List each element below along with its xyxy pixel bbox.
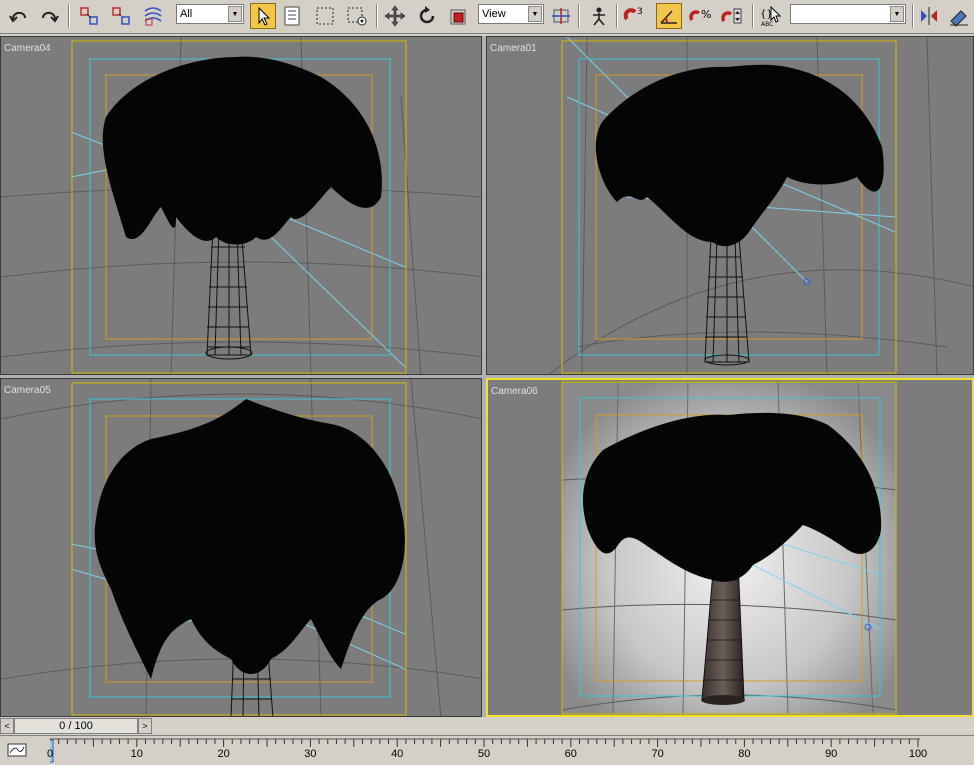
redo-icon xyxy=(42,11,59,23)
align-button[interactable] xyxy=(946,3,972,29)
viewport-camera01[interactable]: Camera01 xyxy=(486,36,974,375)
palm-tree-wireframe xyxy=(102,56,382,360)
redo-button[interactable] xyxy=(36,3,62,29)
select-and-move-button[interactable] xyxy=(382,3,408,29)
chevron-down-icon: ▼ xyxy=(890,6,904,22)
rectangular-selection-button[interactable] xyxy=(312,3,338,29)
pivot-center-icon xyxy=(552,8,570,24)
frame-display: 0 / 100 xyxy=(59,720,93,732)
spinner-snap-toggle-button[interactable] xyxy=(720,3,746,29)
main-toolbar: All ▼ View ▼ 3 % {} ABC ▼ xyxy=(0,0,974,34)
ruler-tick-label: 0 xyxy=(46,748,54,760)
viewport-area: Camera04 Camera01 Camera05 Camera06 xyxy=(0,36,974,718)
select-and-rotate-button[interactable] xyxy=(414,3,440,29)
link-icon xyxy=(80,7,98,25)
chevron-down-icon: ▼ xyxy=(528,6,542,22)
select-object-button[interactable] xyxy=(250,3,276,29)
viewport-label-camera01[interactable]: Camera01 xyxy=(490,43,537,54)
window-crossing-icon xyxy=(347,7,367,26)
reference-coord-value: View xyxy=(482,8,506,20)
curve-editor-icon xyxy=(7,743,27,757)
select-and-link-button[interactable] xyxy=(76,3,102,29)
percent-snap-toggle-button[interactable]: % xyxy=(688,3,714,29)
palm-tree-wireframe xyxy=(595,64,884,366)
selection-filter-value: All xyxy=(180,8,193,20)
select-and-manipulate-button[interactable] xyxy=(586,3,612,29)
undo-button[interactable] xyxy=(6,3,32,29)
camera01-scene xyxy=(548,37,973,374)
ruler-tick-label: 60 xyxy=(564,748,577,760)
svg-text:ABC: ABC xyxy=(761,21,773,27)
select-and-scale-button[interactable] xyxy=(446,3,472,29)
viewport-label-camera04[interactable]: Camera04 xyxy=(4,43,51,54)
time-slider[interactable]: < 0 / 100 > xyxy=(0,717,974,735)
rotate-icon xyxy=(419,6,435,24)
time-slider-thumb[interactable]: 0 / 100 xyxy=(14,718,138,734)
window-crossing-button[interactable] xyxy=(344,3,370,29)
camera05-scene xyxy=(1,379,481,716)
angle-snap-toggle-button[interactable] xyxy=(656,3,682,29)
next-frame-label: > xyxy=(142,721,148,731)
ruler-tick-label: 30 xyxy=(304,748,317,760)
space-warp-icon xyxy=(144,7,162,26)
spinner-snap-icon xyxy=(721,8,742,24)
camera04-scene xyxy=(1,37,481,374)
mirror-button[interactable] xyxy=(916,3,942,29)
svg-text:3: 3 xyxy=(637,7,643,17)
ruler-tick-label: 10 xyxy=(130,748,143,760)
rect-selection-icon xyxy=(316,7,334,25)
ruler-tick-label: 80 xyxy=(738,748,751,760)
mirror-icon xyxy=(921,7,937,25)
named-selection-sets-dropdown[interactable]: ▼ xyxy=(790,4,906,24)
undo-icon xyxy=(9,11,26,23)
percent-snap-icon: % xyxy=(689,8,711,22)
ruler-tick-label: 20 xyxy=(217,748,230,760)
track-bar[interactable]: 0 10 20 30 40 50 60 70 80 90 100 xyxy=(0,735,974,765)
reference-coord-dropdown[interactable]: View ▼ xyxy=(478,4,544,24)
viewport-label-camera06[interactable]: Camera06 xyxy=(491,386,538,397)
unlink-selection-button[interactable] xyxy=(108,3,134,29)
manipulate-icon xyxy=(593,7,605,26)
move-icon xyxy=(384,5,406,27)
align-icon xyxy=(950,10,968,27)
open-mini-curve-editor-button[interactable] xyxy=(6,740,28,760)
ruler-tick-label: 100 xyxy=(908,748,928,760)
viewport-camera04[interactable]: Camera04 xyxy=(0,36,482,375)
scale-icon xyxy=(450,9,466,25)
ruler-tick-label: 70 xyxy=(651,748,664,760)
angle-snap-icon xyxy=(660,10,677,24)
viewport-camera05[interactable]: Camera05 xyxy=(0,378,482,717)
unlink-icon xyxy=(112,7,130,25)
edit-named-selections-button[interactable]: {} ABC xyxy=(758,3,784,29)
magnet-3-icon: 3 xyxy=(623,7,643,21)
viewport-camera06[interactable]: Camera06 xyxy=(486,378,974,717)
ruler-tick-label: 50 xyxy=(477,748,491,760)
named-selection-icon: {}ABC xyxy=(760,5,782,27)
palm-tree-wireframe xyxy=(94,399,405,716)
ruler-tick-label: 40 xyxy=(391,748,404,760)
camera06-scene xyxy=(488,380,972,715)
viewport-label-camera05[interactable]: Camera05 xyxy=(4,385,51,396)
use-pivot-point-center-button[interactable] xyxy=(548,3,574,29)
cursor-arrow-icon xyxy=(258,6,271,26)
selection-filter-dropdown[interactable]: All ▼ xyxy=(176,4,244,24)
chevron-down-icon: ▼ xyxy=(228,6,242,22)
select-by-name-button[interactable] xyxy=(280,3,306,29)
prev-frame-label: < xyxy=(4,721,10,731)
ruler-tick-label: 90 xyxy=(825,748,838,760)
prev-frame-button[interactable]: < xyxy=(0,718,14,734)
snaps-toggle-button[interactable]: 3 xyxy=(622,3,648,29)
next-frame-button[interactable]: > xyxy=(138,718,152,734)
bind-to-space-warp-button[interactable] xyxy=(140,3,166,29)
svg-text:%: % xyxy=(701,8,711,21)
select-by-name-icon xyxy=(284,6,300,26)
